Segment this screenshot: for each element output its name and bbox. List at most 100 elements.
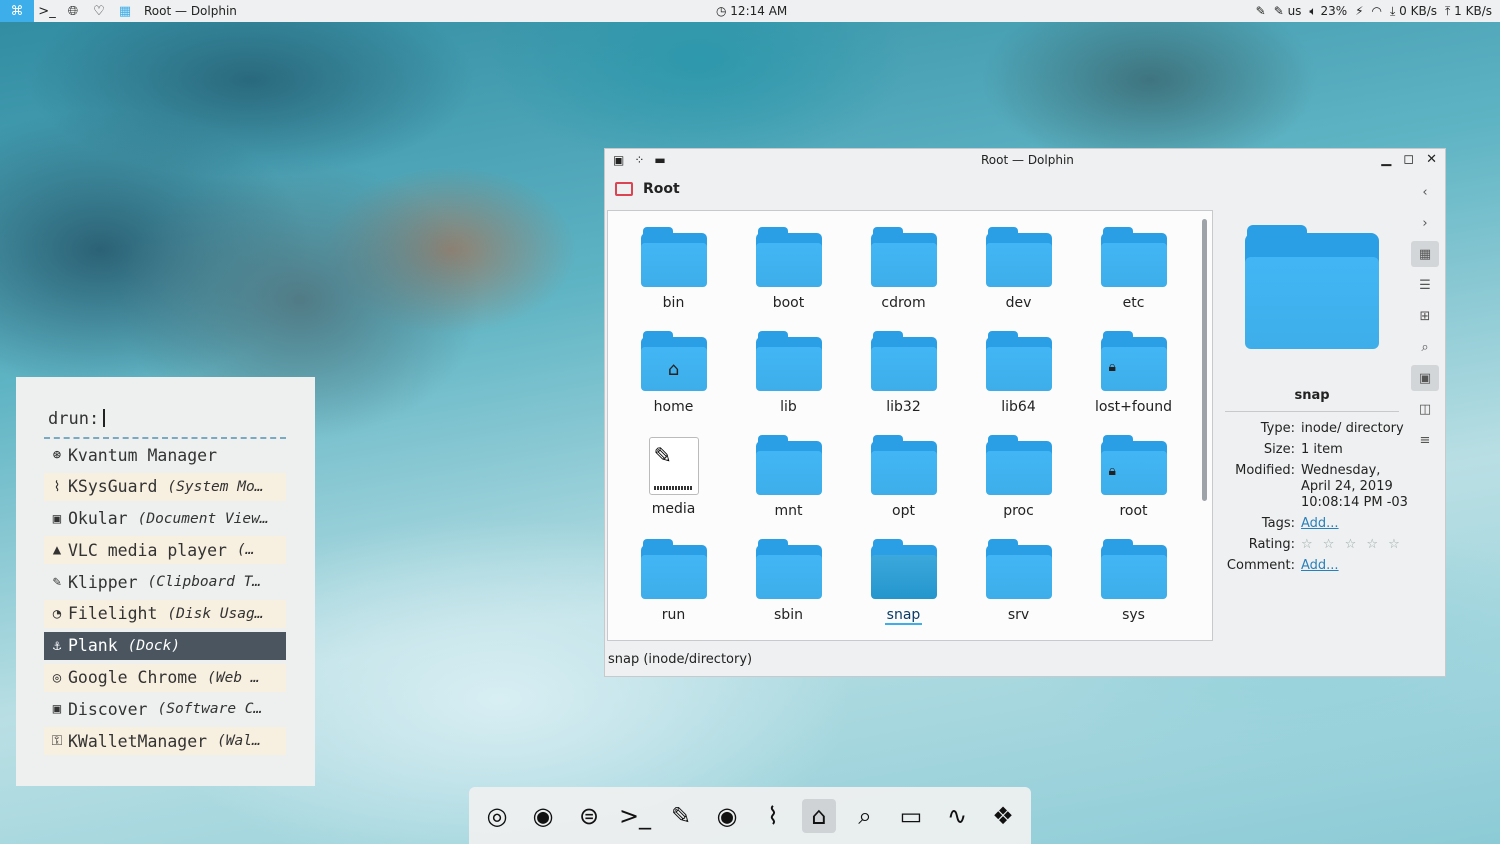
details-view-icon[interactable]: ⊞ [1411, 303, 1439, 329]
keyboard-layout[interactable]: ✎ us [1274, 4, 1302, 19]
okular-icon: ▣ [52, 510, 62, 527]
launcher-item[interactable]: ⚓︎ Plank (Dock) [44, 631, 286, 660]
info-modified-label: Modified: [1235, 463, 1295, 478]
folder-item[interactable]: lib [731, 325, 846, 429]
firefox-icon[interactable]: ◉ [526, 799, 560, 833]
folder-item[interactable]: dev [961, 221, 1076, 325]
folder-icon [985, 537, 1052, 601]
terminal-icon[interactable]: >_ [34, 4, 60, 19]
launcher-item-desc: (… [236, 542, 255, 559]
compact-view-icon[interactable]: ☰ [1411, 272, 1439, 298]
folder-item[interactable]: opt [846, 429, 961, 533]
folder-item[interactable]: mnt [731, 429, 846, 533]
hamburger-menu-icon[interactable]: ≡ [1411, 427, 1439, 453]
launcher-item[interactable]: ▣ Discover (Software C… [44, 695, 286, 723]
dolphin-icon[interactable]: ▦ [112, 4, 138, 19]
folder-item[interactable]: run [616, 533, 731, 637]
text-caret [103, 409, 106, 427]
info-tags-label: Tags: [1261, 516, 1295, 531]
rating-stars[interactable]: ☆ ☆ ☆ ☆ ☆ [1301, 537, 1411, 553]
folder-icon [1100, 537, 1167, 601]
launcher-item[interactable]: ✎ Klipper (Clipboard T… [44, 568, 286, 596]
search-icon[interactable]: ⌕ [1411, 334, 1439, 360]
folder-item[interactable]: sys [1076, 533, 1191, 637]
activity-icon[interactable]: ∿ [940, 799, 974, 833]
window-menu-icon[interactable]: ▣ [613, 153, 624, 167]
window-titlebar[interactable]: ▣ ⁘ ▬ Root — Dolphin ▁ ◻ ✕ [605, 149, 1445, 173]
folder-item[interactable]: bin [616, 221, 731, 325]
launcher-item[interactable]: ▲ VLC media player (… [44, 536, 286, 565]
file-view[interactable]: bin boot cdrom dev etc ⌂ home lib lib32 lib64 🔒︎ lo… [607, 210, 1213, 641]
launcher-item-desc: (System Mo… [167, 478, 264, 495]
launcher-item[interactable]: ◔ Filelight (Disk Usag… [44, 599, 286, 628]
breadcrumb[interactable]: Root [615, 181, 680, 197]
magnifier-icon[interactable]: ⌕ [848, 799, 882, 833]
preview-icon[interactable]: ▣ [1411, 365, 1439, 391]
launcher-item-desc: (Disk Usag… [167, 605, 264, 622]
settings-icon[interactable]: ⊜ [572, 799, 606, 833]
folder-item[interactable]: srv [961, 533, 1076, 637]
terminal-icon[interactable]: >_ [618, 799, 652, 833]
folder-item[interactable]: lib64 [961, 325, 1076, 429]
power-icon[interactable]: ⚡︎ [1355, 4, 1363, 19]
scrollbar[interactable] [1202, 219, 1207, 501]
launcher-item[interactable]: ⌇ KSysGuard (System Mo… [44, 472, 286, 501]
icons-view-icon[interactable]: ▦ [1411, 241, 1439, 267]
editor-icon[interactable]: ✎ [664, 799, 698, 833]
discover-icon[interactable]: ♡ [86, 4, 112, 19]
shade-icon[interactable]: ▬ [654, 153, 665, 167]
add-tags-link[interactable]: Add... [1301, 516, 1411, 532]
folder-icon [870, 329, 937, 393]
folder-item[interactable]: boot [731, 221, 846, 325]
chrome-icon[interactable]: ◎ [480, 799, 514, 833]
folder-item[interactable]: ✎ media [616, 429, 731, 533]
folder-item[interactable]: 🔒︎ root [1076, 429, 1191, 533]
pen-icon[interactable]: ✎ [1256, 4, 1266, 19]
launcher-item[interactable]: ◎ Google Chrome (Web … [44, 663, 286, 692]
folder-item[interactable]: lib32 [846, 325, 961, 429]
folder-icon [985, 329, 1052, 393]
breadcrumb-root[interactable]: Root [643, 181, 680, 197]
launcher-list: ⊛ Kvantum Manager ⌇ KSysGuard (System Mo… ▣ Ok… [44, 441, 286, 759]
drag-handle-icon[interactable]: ⁘ [634, 153, 644, 167]
folder-label: sys [1122, 607, 1145, 623]
add-comment-link[interactable]: Add... [1301, 558, 1411, 574]
command-icon[interactable]: ⌘ [0, 0, 34, 22]
folder-label: lost+found [1094, 399, 1173, 415]
folder-item[interactable]: 🔒︎ lost+found [1076, 325, 1191, 429]
eye-icon[interactable]: ◉ [710, 799, 744, 833]
forward-icon[interactable]: › [1411, 210, 1439, 236]
folder-item[interactable]: proc [961, 429, 1076, 533]
volume-indicator[interactable]: 🔈︎ 23% [1309, 4, 1347, 19]
ksysguard-icon: ⌇ [53, 478, 61, 495]
globe-icon[interactable]: 🌐︎ [60, 4, 86, 19]
launcher-item-name: Okular [68, 509, 128, 529]
window-icon[interactable]: ▭ [894, 799, 928, 833]
folder-item[interactable]: etc [1076, 221, 1191, 325]
close-icon[interactable]: ✕ [1426, 152, 1437, 167]
folder-label: opt [892, 503, 915, 519]
launcher-item-name: Discover [68, 699, 148, 719]
clock[interactable]: ◷ 12:14 AM [716, 4, 787, 18]
launcher-prompt[interactable]: drun: [48, 409, 106, 429]
folder-icon: 🔒︎ [1100, 433, 1167, 497]
folder-label: boot [772, 295, 805, 311]
file-manager-icon[interactable]: ⌂ [802, 798, 836, 833]
system-monitor-icon[interactable]: ⌇ [756, 799, 790, 833]
minimize-icon[interactable]: ▁ [1381, 152, 1391, 167]
package-icon[interactable]: ❖ [986, 799, 1020, 833]
folder-item[interactable]: ⌂ home [616, 325, 731, 429]
launcher-item[interactable]: ⊛ Kvantum Manager [44, 441, 286, 469]
folder-item[interactable]: snap [846, 533, 961, 637]
folder-item[interactable]: sbin [731, 533, 846, 637]
chrome-icon: ◎ [52, 669, 62, 686]
wifi-icon[interactable]: ◠ [1372, 4, 1382, 19]
folder-label: sbin [774, 607, 803, 623]
back-icon[interactable]: ‹ [1411, 179, 1439, 205]
split-view-icon[interactable]: ◫ [1411, 396, 1439, 422]
maximize-icon[interactable]: ◻ [1403, 152, 1414, 167]
launcher-item[interactable]: ▣ Okular (Document View… [44, 505, 286, 533]
launcher-item[interactable]: ⚿ KWalletManager (Wal… [44, 727, 286, 756]
folder-icon [640, 537, 707, 601]
folder-item[interactable]: cdrom [846, 221, 961, 325]
